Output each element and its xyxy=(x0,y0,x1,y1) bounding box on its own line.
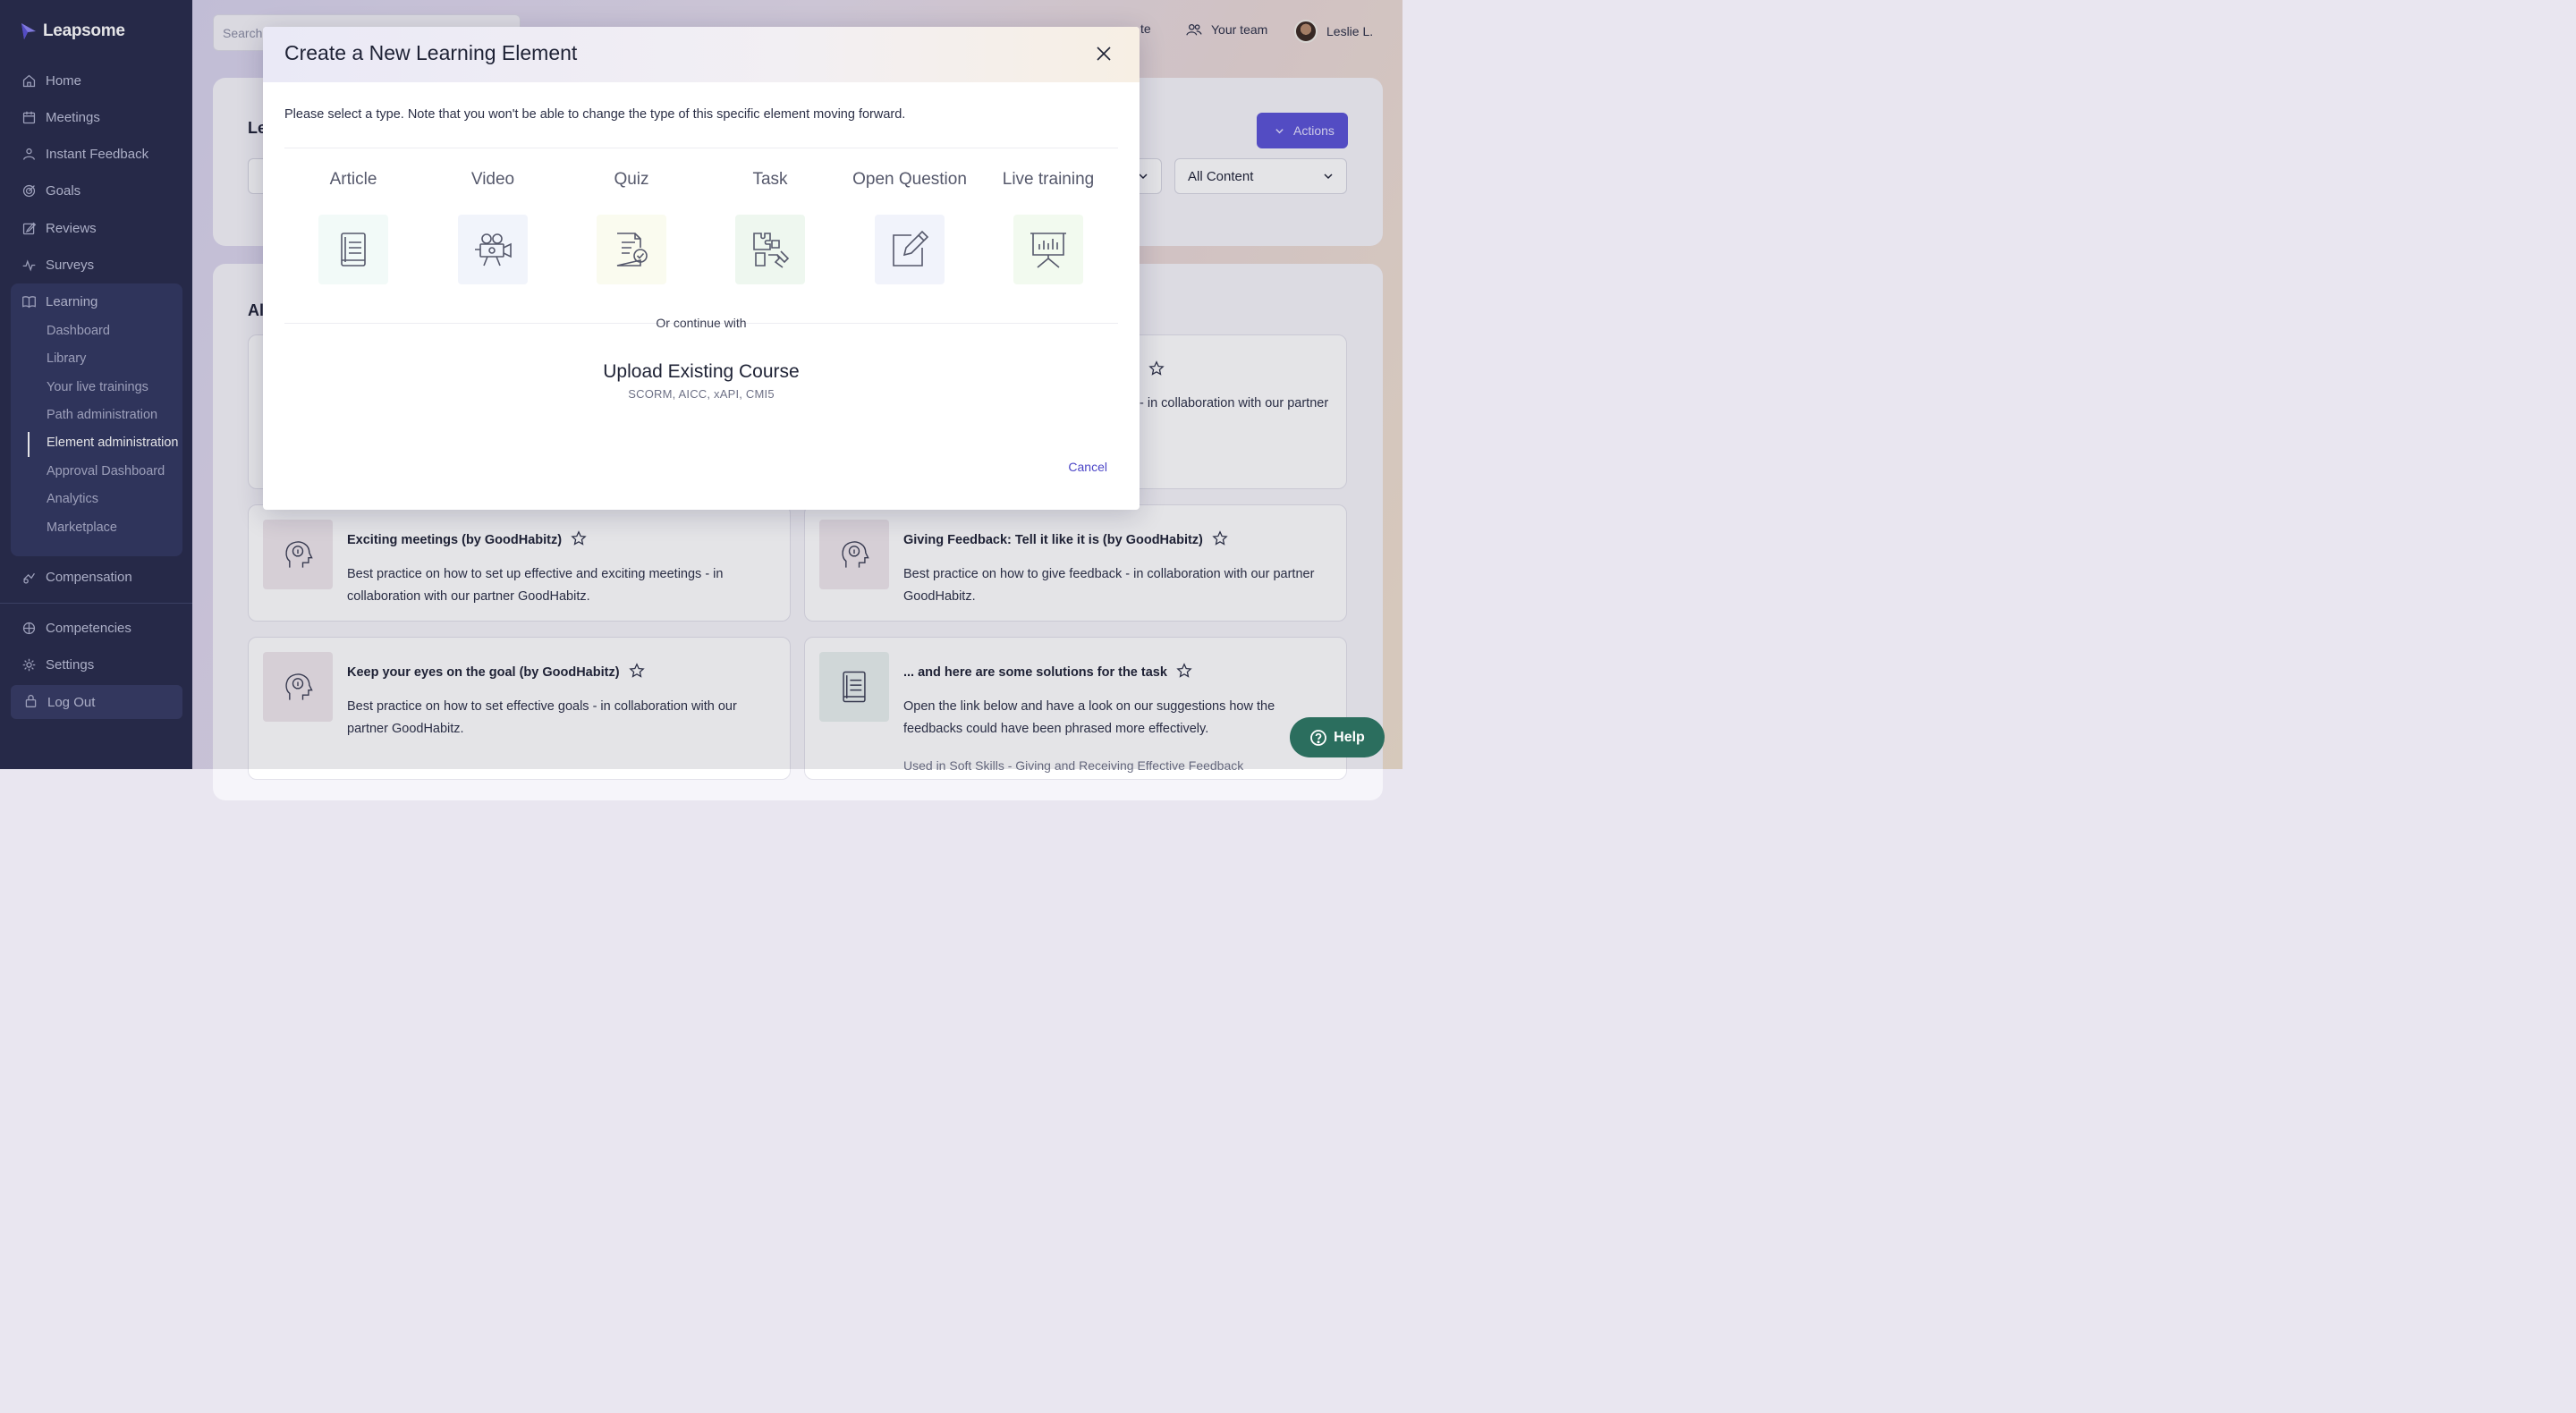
type-icon-box xyxy=(458,215,528,284)
video-camera-icon xyxy=(475,233,512,267)
type-option-video[interactable]: Video xyxy=(426,170,560,284)
type-option-live-training[interactable]: Live training xyxy=(981,170,1115,284)
type-icon-box xyxy=(597,215,666,284)
or-continue-text: Or continue with xyxy=(656,316,747,330)
type-icon-box xyxy=(1013,215,1083,284)
type-icon-box xyxy=(875,215,945,284)
article-icon xyxy=(341,233,366,267)
type-label: Open Question xyxy=(852,170,967,189)
create-learning-element-modal: Create a New Learning Element Please sel… xyxy=(263,27,1140,510)
type-label: Task xyxy=(752,170,788,189)
type-label: Article xyxy=(329,170,377,189)
help-button[interactable]: Help xyxy=(1290,717,1385,757)
quiz-icon xyxy=(616,233,648,267)
cancel-button[interactable]: Cancel xyxy=(1068,460,1107,474)
type-label: Video xyxy=(470,170,515,189)
type-option-article[interactable]: Article xyxy=(286,170,420,284)
type-label: Quiz xyxy=(614,170,649,189)
type-option-quiz[interactable]: Quiz xyxy=(564,170,699,284)
modal-intro-text: Please select a type. Note that you won'… xyxy=(284,107,906,122)
presentation-icon xyxy=(1030,233,1066,268)
type-option-task[interactable]: Task xyxy=(703,170,837,284)
close-icon xyxy=(1097,47,1111,61)
type-option-open-question[interactable]: Open Question xyxy=(843,170,977,284)
upload-existing-course-button[interactable]: Upload Existing Course xyxy=(263,361,1140,383)
pencil-square-icon xyxy=(893,230,929,267)
type-icon-box xyxy=(318,215,388,284)
modal-title: Create a New Learning Element xyxy=(284,41,578,64)
upload-formats: SCORM, AICC, xAPI, CMI5 xyxy=(628,387,775,401)
puzzle-icon xyxy=(753,233,790,268)
question-icon xyxy=(1310,729,1327,746)
close-button[interactable] xyxy=(1093,43,1114,64)
type-icon-box xyxy=(735,215,805,284)
help-label: Help xyxy=(1334,729,1365,745)
type-label: Live training xyxy=(1002,170,1095,189)
modal-header: Create a New Learning Element xyxy=(263,27,1140,82)
